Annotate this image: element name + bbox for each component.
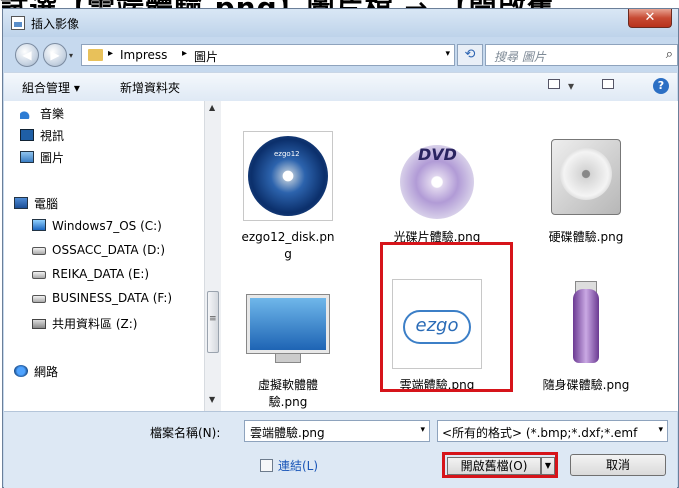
recent-pages-dropdown[interactable]: ▾ [69, 51, 73, 60]
address-bar[interactable]: ▸ Impress ▸ 圖片 ▾ [81, 44, 455, 66]
hard-disk-thumbnail-icon [541, 131, 631, 221]
open-split-dropdown-icon[interactable]: ▼ [541, 457, 555, 475]
dvd-thumbnail-icon: DVD [392, 131, 482, 221]
file-item-ezgo12-disk[interactable]: ezgo12 ezgo12_disk.png [224, 125, 352, 265]
os-drive-icon [32, 219, 46, 231]
insert-image-dialog: 插入影像 ✕ ◀ ▶ ▾ ▸ Impress ▸ 圖片 ▾ ⟲ 搜尋 圖片 ⌕ … [2, 8, 679, 488]
file-item-hdd[interactable]: 硬碟體驗.png [522, 125, 650, 265]
file-name-label: 隨身碟體驗.png [542, 378, 630, 392]
nav-item-label: Windows7_OS (C:) [52, 219, 162, 233]
title-bar: 插入影像 ✕ [3, 9, 678, 37]
nav-item-drive-d[interactable]: OSSACC_DATA (D:) [32, 243, 165, 257]
pictures-icon [20, 151, 34, 163]
disc-thumbnail-icon: ezgo12 [243, 131, 333, 221]
link-label: 連結(L) [278, 459, 319, 473]
file-name-label: ezgo12_disk.png [241, 230, 335, 261]
back-arrow-icon: ◀ [22, 48, 32, 62]
search-box[interactable]: 搜尋 圖片 ⌕ [485, 44, 678, 66]
breadcrumb-separator: ▸ [182, 48, 188, 59]
forward-button[interactable]: ▶ [43, 43, 67, 67]
close-icon: ✕ [644, 10, 656, 25]
nav-item-network[interactable]: 網路 [14, 363, 58, 380]
nav-item-video[interactable]: 視訊 [20, 127, 64, 144]
command-bar: 組合管理 ▾ 新增資料夾 ▾ ? [4, 72, 677, 102]
help-icon[interactable]: ? [653, 78, 669, 94]
drive-icon [32, 247, 46, 255]
thumbnail-text: DVD [418, 145, 457, 164]
back-button[interactable]: ◀ [15, 43, 39, 67]
file-type-dropdown-icon[interactable]: ▾ [658, 425, 663, 435]
drive-icon [32, 271, 46, 279]
nav-item-music[interactable]: 音樂 [20, 105, 64, 122]
views-icon[interactable] [548, 79, 560, 89]
file-name-label: 虛擬軟體體驗.png [257, 378, 318, 409]
link-checkbox[interactable]: 連結(L) [260, 457, 318, 474]
nav-item-label: 音樂 [40, 107, 65, 121]
monitor-thumbnail-icon [243, 279, 333, 369]
file-item-virtual[interactable]: 虛擬軟體體驗.png [224, 273, 352, 413]
app-icon [11, 16, 25, 30]
filename-label: 檔案名稱(N): [150, 426, 221, 440]
nav-item-computer[interactable]: 電腦 [14, 195, 58, 212]
nav-scrollbar[interactable]: ▲ ≡ ▼ [204, 101, 221, 411]
nav-item-label: 網路 [34, 365, 59, 379]
breadcrumb-separator: ▸ [108, 48, 114, 59]
selection-highlight-box [380, 242, 513, 392]
address-dropdown-icon[interactable]: ▾ [445, 49, 450, 59]
search-icon[interactable]: ⌕ [666, 47, 673, 62]
open-button-highlight: 開啟舊檔(O) ▼ [442, 452, 558, 478]
file-type-value[interactable]: <所有的格式> (*.bmp;*.dxf;*.emf [442, 426, 637, 440]
preview-pane-icon[interactable] [602, 79, 614, 89]
usb-drive-thumbnail-icon [541, 279, 631, 369]
organize-menu[interactable]: 組合管理 ▾ [22, 79, 80, 96]
nav-item-drive-c[interactable]: Windows7_OS (C:) [32, 219, 162, 233]
refresh-button[interactable]: ⟲ [457, 44, 483, 66]
search-input[interactable]: 搜尋 圖片 [494, 48, 546, 65]
video-icon [20, 129, 34, 141]
open-button[interactable]: 開啟舊檔(O) [447, 457, 541, 475]
nav-item-label: BUSINESS_DATA (F:) [52, 291, 173, 305]
file-item-usb[interactable]: 隨身碟體驗.png [522, 273, 650, 413]
nav-item-drive-e[interactable]: REIKA_DATA (E:) [32, 267, 149, 281]
breadcrumb-pictures[interactable]: 圖片 [194, 48, 218, 65]
cancel-button[interactable]: 取消 [570, 454, 666, 476]
nav-item-label: REIKA_DATA (E:) [52, 267, 150, 281]
file-list: ezgo12 ezgo12_disk.png DVD 光碟片體驗.png 硬碟體… [221, 101, 678, 411]
checkbox-icon[interactable] [260, 459, 273, 472]
nav-item-label: 圖片 [40, 151, 65, 165]
refresh-icon: ⟲ [464, 47, 476, 62]
scroll-up-icon[interactable]: ▲ [209, 103, 215, 112]
nav-item-drive-f[interactable]: BUSINESS_DATA (F:) [32, 291, 172, 305]
thumbnail-text: ezgo12 [274, 150, 300, 158]
views-dropdown-icon[interactable]: ▾ [568, 79, 574, 93]
nav-item-label: 視訊 [40, 129, 65, 143]
file-name-label: 硬碟體驗.png [548, 230, 624, 244]
computer-icon [14, 197, 28, 209]
scroll-thumb[interactable]: ≡ [207, 291, 219, 353]
window-title: 插入影像 [31, 17, 80, 31]
nav-item-drive-z[interactable]: 共用資料區 (Z:) [32, 315, 137, 332]
scroll-down-icon[interactable]: ▼ [209, 395, 215, 404]
network-icon [14, 365, 28, 377]
close-button[interactable]: ✕ [628, 9, 672, 28]
network-drive-icon [32, 319, 46, 329]
nav-item-pictures[interactable]: 圖片 [20, 149, 64, 166]
dialog-footer: 檔案名稱(N): 雲端體驗.png ▾ <所有的格式> (*.bmp;*.dxf;… [4, 411, 677, 488]
nav-item-label: 電腦 [34, 197, 59, 211]
scroll-grip-icon: ≡ [209, 314, 217, 324]
drive-icon [32, 295, 46, 303]
filename-dropdown-icon[interactable]: ▾ [420, 425, 425, 435]
nav-item-label: 共用資料區 (Z:) [52, 317, 138, 331]
filename-value[interactable]: 雲端體驗.png [250, 426, 325, 440]
forward-arrow-icon: ▶ [50, 48, 60, 62]
navigation-pane: 音樂 視訊 圖片 電腦 Windows7_OS (C:) OSSACC_DATA… [4, 101, 221, 411]
new-folder-button[interactable]: 新增資料夾 [120, 79, 180, 96]
file-type-select[interactable]: <所有的格式> (*.bmp;*.dxf;*.emf ▾ [437, 420, 668, 442]
breadcrumb-impress[interactable]: Impress [120, 48, 167, 62]
filename-input[interactable]: 雲端體驗.png ▾ [244, 420, 430, 442]
music-icon [20, 107, 34, 119]
folder-icon [88, 49, 103, 61]
nav-item-label: OSSACC_DATA (D:) [52, 243, 166, 257]
